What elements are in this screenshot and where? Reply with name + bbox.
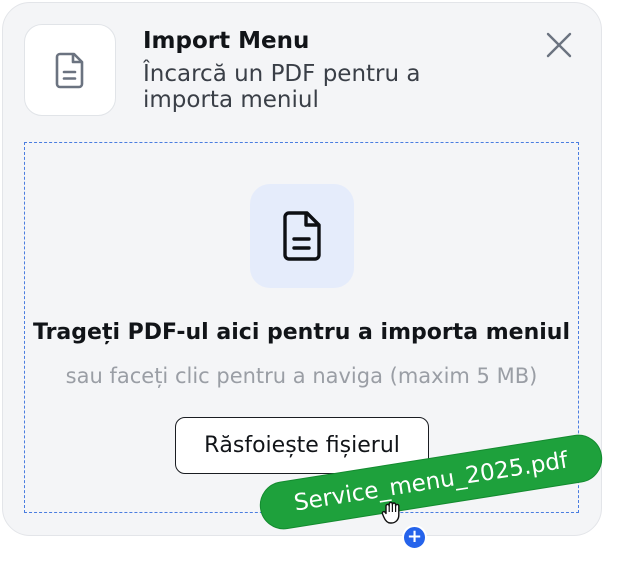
plus-icon: + <box>402 525 427 550</box>
grab-hand-cursor-icon <box>381 501 400 524</box>
dialog-subtitle: Încarcă un PDF pentru a importa meniul <box>143 61 421 113</box>
screen: Import Menu Încarcă un PDF pentru a impo… <box>0 0 631 577</box>
dropzone-file-tile <box>250 184 354 288</box>
dropzone-heading: Trageți PDF-ul aici pentru a importa men… <box>32 320 570 345</box>
header-file-tile <box>24 24 116 116</box>
dropzone-hint: sau faceți clic pentru a naviga (maxim 5… <box>65 364 538 388</box>
file-text-icon <box>283 211 321 261</box>
file-text-icon <box>55 52 84 89</box>
close-icon <box>546 32 572 58</box>
close-button[interactable] <box>540 26 578 64</box>
dialog-title: Import Menu <box>143 28 310 54</box>
